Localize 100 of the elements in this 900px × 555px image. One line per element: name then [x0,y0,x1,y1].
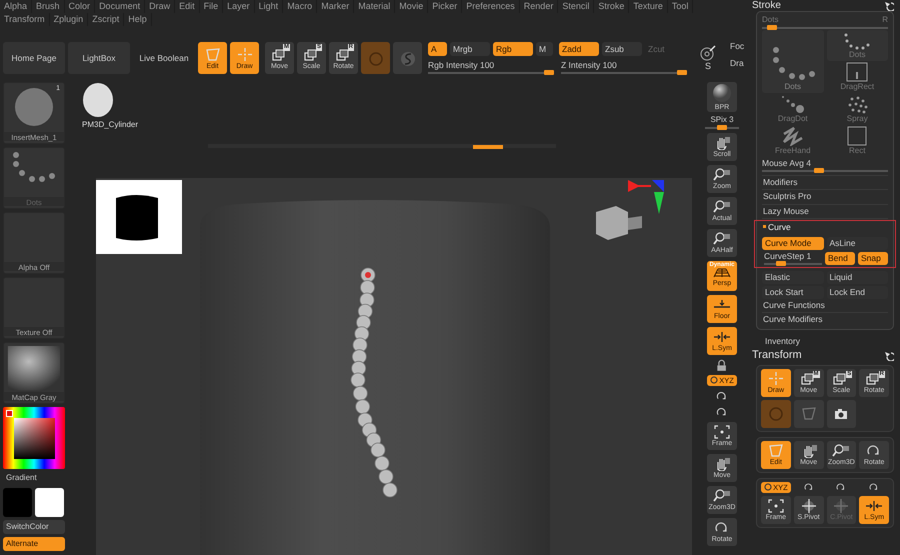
toggle-button[interactable]: Lock Start [762,286,824,299]
menu-item[interactable]: Light [254,0,284,13]
spray-icon [846,95,868,114]
menu-item[interactable]: Help [124,13,152,26]
menu-item[interactable]: Material [354,0,396,13]
current-stroke-label: Dots [762,16,778,25]
focal-button[interactable]: S [695,42,721,74]
menu-item[interactable]: Edit [175,0,200,13]
truncated-label: Foc [730,42,744,52]
slider-thumb[interactable] [776,260,786,266]
toggle-button[interactable]: M [536,42,553,56]
menu-item[interactable]: File [200,0,224,13]
sphere-icon [13,86,55,128]
menu-item[interactable]: Picker [428,0,462,13]
subpanel-header[interactable]: Curve [762,222,888,235]
symmetry-arrows-icon [865,498,884,514]
color-swatch[interactable] [35,488,64,517]
toggle-button[interactable]: Mrgb [450,42,490,56]
toggle-button[interactable]: Liquid [826,270,888,284]
nav-button[interactable]: Home Page [3,42,65,74]
magnifier-icon [713,488,731,504]
menu-item[interactable]: Zplugin [50,13,88,26]
pivot-icon [800,498,818,514]
quad-icon [800,406,818,422]
dots-icon [842,33,872,50]
toggle-button[interactable]: AsLine [826,236,888,250]
rectangle-icon [846,126,868,146]
lock-icon [715,358,729,371]
menu-item[interactable]: Color [64,0,96,13]
menu-item[interactable]: Brush [32,0,65,13]
panel-title[interactable]: Transform [752,349,802,362]
magnifier-icon [713,167,731,182]
menu-item[interactable]: Draw [145,0,176,13]
symmetry-arrows-icon [713,329,731,344]
menu-item[interactable]: Document [95,0,146,13]
panel-title[interactable]: Stroke [752,0,781,11]
nav-button[interactable]: LightBox [68,42,130,74]
menu-item[interactable]: Stencil [558,0,594,13]
menu-item[interactable]: Movie [395,0,428,13]
sphere-icon [82,82,114,118]
truncated-label: Dra [730,59,744,69]
crosshair-icon [236,46,254,62]
slider-thumb[interactable] [544,70,554,76]
menu-item[interactable]: Render [520,0,558,13]
toggle-button[interactable]: Bend [825,252,855,265]
menu-item[interactable]: Marker [317,0,354,13]
quad-icon [204,46,222,62]
toggle-button[interactable]: Elastic [762,270,824,284]
toggle-button[interactable]: Lock End [826,286,888,299]
toggle-button[interactable]: Zsub [602,42,642,56]
ring-icon [366,50,384,66]
subpanel-header[interactable]: Modifiers [762,177,888,190]
color-picker[interactable] [3,407,65,469]
subpanel-header[interactable]: Sculptris Pro [762,191,888,205]
mouse-avg-slider[interactable]: Mouse Avg 4 [762,158,888,176]
menu-item[interactable]: Preferences [462,0,520,13]
magnifier-icon [713,199,731,214]
scroll-marker[interactable] [473,145,503,149]
menu-item[interactable]: Transform [0,13,50,26]
menu-item[interactable]: Stroke [594,0,630,13]
axis-gizmo-drawing [628,180,664,214]
toggle-button[interactable]: Alternate [3,536,65,551]
toggle-button[interactable]: Snap [858,252,888,265]
menu-item[interactable]: Alpha [0,0,32,13]
menu-item[interactable]: Layer [223,0,255,13]
reset-icon [883,0,894,11]
menu-item[interactable]: Texture [629,0,668,13]
subpanel-header[interactable]: Curve Functions [762,300,888,314]
quad-icon [766,443,785,458]
stroke-type-button[interactable]: Dots [762,30,824,93]
target-icon [699,45,717,61]
reset-icon [883,350,894,361]
curve-step-slider[interactable]: CurveStep 1 [762,252,822,265]
subpanel-header[interactable]: Inventory [764,336,894,348]
toggle-button[interactable]: A [428,42,447,56]
slider-thumb[interactable] [814,168,824,174]
slider-label: CurveStep 1 [764,252,812,261]
menu-item[interactable]: Zscript [88,13,124,26]
spix-slider[interactable]: SPix 3 [705,116,739,129]
slider-thumb[interactable] [717,124,727,130]
gradient-label[interactable]: Gradient [3,472,65,485]
slider-label: Z Intensity 100 [561,61,618,70]
toggle-button[interactable]: Rgb [493,42,533,56]
toggle-button[interactable]: SwitchColor [3,520,65,534]
color-swatch[interactable] [3,488,32,517]
toggle-button[interactable]: Zadd [559,42,599,56]
subpanel-header[interactable]: Curve Modifiers [762,314,888,327]
menu-item[interactable]: Macro [283,0,318,13]
key-label: R [882,16,888,25]
slider-thumb[interactable] [677,70,688,76]
intensity-slider[interactable]: Rgb Intensity 100 [428,61,553,74]
rotate-icon [802,482,815,492]
toggle-button[interactable]: Curve Mode [762,236,824,250]
icon-button[interactable] [826,400,856,428]
tool-thumbnail[interactable]: PM3D_Cylinder [80,82,138,138]
subpanel-header[interactable]: Lazy Mouse [762,206,888,220]
frame-icon [766,498,785,514]
slider-thumb[interactable] [767,24,778,30]
intensity-slider[interactable]: Z Intensity 100 [561,61,686,74]
menu-item[interactable]: Tool [668,0,694,13]
